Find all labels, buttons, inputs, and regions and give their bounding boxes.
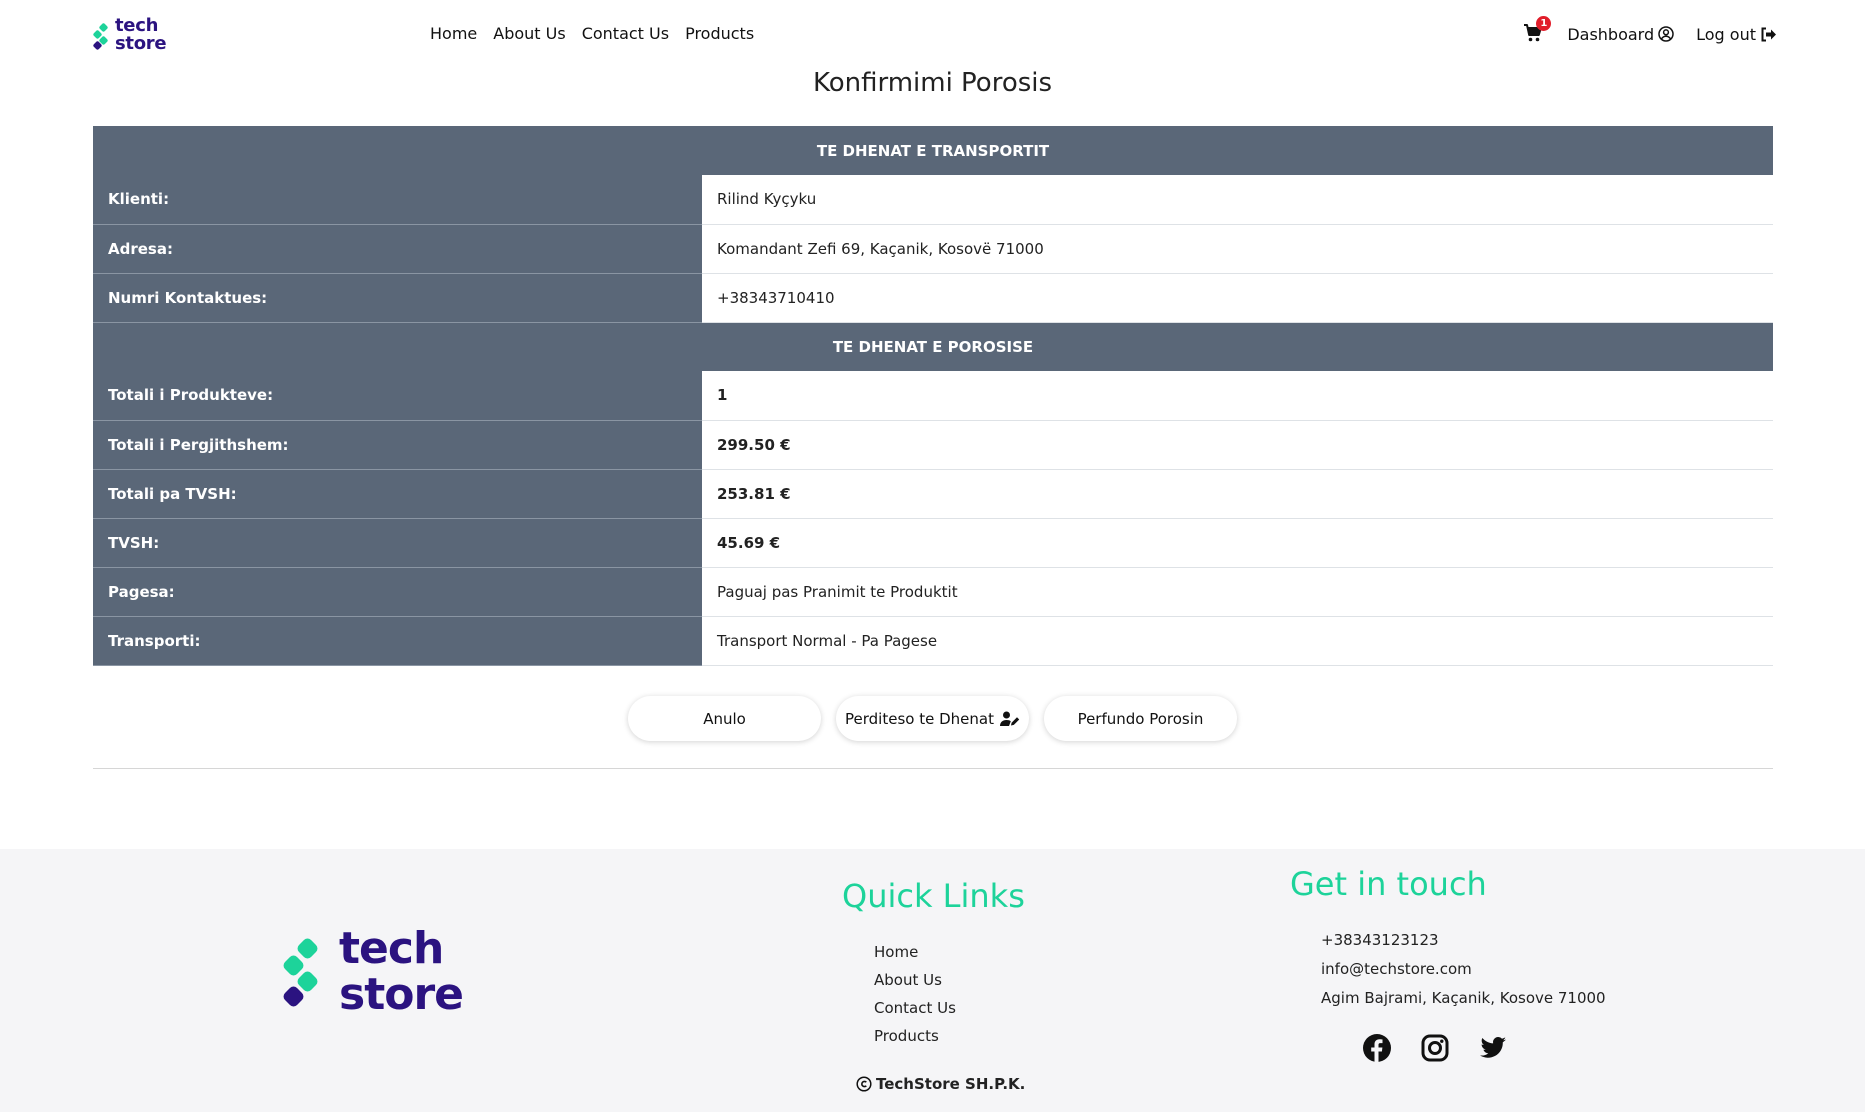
copyright-text: TechStore SH.P.K. — [876, 1075, 1026, 1093]
cancel-button[interactable]: Anulo — [628, 696, 821, 741]
dashboard-link[interactable]: Dashboard — [1567, 25, 1674, 44]
logout-label: Log out — [1696, 24, 1756, 44]
section-header-label: TE DHENAT E POROSISE — [93, 322, 1773, 371]
cart-button[interactable]: 1 — [1523, 16, 1552, 44]
cancel-button-label: Anulo — [703, 709, 746, 728]
row-label: Transporti: — [93, 616, 702, 666]
facebook-icon[interactable] — [1362, 1033, 1392, 1063]
nav-links: Home About Us Contact Us Products — [430, 24, 754, 43]
nav-link-contact[interactable]: Contact Us — [582, 24, 669, 43]
row-label: Totali i Pergjithshem: — [93, 420, 702, 470]
footer-link-products[interactable]: Products — [874, 1022, 956, 1050]
nav-link-products[interactable]: Products — [685, 24, 754, 43]
divider — [93, 768, 1773, 769]
logo-text: tech store — [115, 15, 167, 54]
table-row: Totali i Produkteve: 1 — [93, 371, 1773, 421]
quick-links-list: Home About Us Contact Us Products — [874, 938, 956, 1050]
footer-logo: tech store — [282, 923, 482, 1020]
order-confirmation-table: TE DHENAT E TRANSPORTIT Klienti: Rilind … — [93, 126, 1773, 666]
logo-mark-icon — [93, 23, 108, 50]
table-row: Adresa: Komandant Zefi 69, Kaçanik, Koso… — [93, 224, 1773, 274]
user-circle-icon — [1658, 26, 1674, 42]
footer-logo-text: tech store — [339, 923, 464, 1020]
cart-count-badge: 1 — [1536, 16, 1552, 31]
finish-button-label: Perfundo Porosin — [1077, 709, 1204, 728]
row-label: Adresa: — [93, 224, 702, 274]
row-value: +38343710410 — [702, 273, 1773, 323]
row-value: Komandant Zefi 69, Kaçanik, Kosovë 71000 — [702, 224, 1773, 274]
update-details-button[interactable]: Perditeso te Dhenat — [836, 696, 1029, 741]
user-edit-icon — [999, 711, 1020, 726]
logo[interactable]: tech store — [93, 15, 183, 54]
nav-link-about[interactable]: About Us — [493, 24, 565, 43]
contact-info: +38343123123 info@techstore.com Agim Baj… — [1321, 926, 1606, 1013]
row-value: 45.69 € — [702, 518, 1773, 568]
row-value: 299.50 € — [702, 420, 1773, 470]
row-value: Rilind Kyçyku — [702, 175, 1773, 225]
navbar: tech store Home About Us Contact Us Prod… — [0, 0, 1865, 68]
footer-link-contact[interactable]: Contact Us — [874, 994, 956, 1022]
table-row: Totali i Pergjithshem: 299.50 € — [93, 420, 1773, 470]
copyright: TechStore SH.P.K. — [856, 1075, 1025, 1093]
footer: tech store Quick Links Home About Us Con… — [0, 849, 1865, 1112]
nav-right: 1 Dashboard Log out — [1523, 16, 1777, 44]
row-value: Paguaj pas Pranimit te Produktit — [702, 567, 1773, 617]
nav-link-home[interactable]: Home — [430, 24, 477, 43]
finish-order-button[interactable]: Perfundo Porosin — [1044, 696, 1237, 741]
twitter-icon[interactable] — [1478, 1033, 1508, 1063]
row-label: Pagesa: — [93, 567, 702, 617]
footer-link-home[interactable]: Home — [874, 938, 956, 966]
table-row: Pagesa: Paguaj pas Pranimit te Produktit — [93, 567, 1773, 617]
row-value: 1 — [702, 371, 1773, 421]
contact-email: info@techstore.com — [1321, 960, 1472, 978]
logout-link[interactable]: Log out — [1696, 25, 1777, 44]
row-label: Totali pa TVSH: — [93, 469, 702, 519]
contact-phone: +38343123123 — [1321, 931, 1439, 949]
row-label: TVSH: — [93, 518, 702, 568]
footer-link-about[interactable]: About Us — [874, 966, 956, 994]
logout-icon — [1761, 27, 1776, 41]
logo-mark-icon — [283, 938, 318, 1007]
row-label: Totali i Produkteve: — [93, 371, 702, 421]
row-value: Transport Normal - Pa Pagese — [702, 616, 1773, 666]
dashboard-label: Dashboard — [1567, 24, 1655, 44]
get-in-touch-title: Get in touch — [1290, 865, 1487, 903]
row-label: Klienti: — [93, 175, 702, 225]
section-header-transport: TE DHENAT E TRANSPORTIT — [93, 126, 1773, 175]
action-buttons: Anulo Perditeso te Dhenat Perfundo Poros… — [628, 696, 1237, 741]
row-value: 253.81 € — [702, 469, 1773, 519]
section-header-label: TE DHENAT E TRANSPORTIT — [93, 126, 1773, 175]
table-row: Transporti: Transport Normal - Pa Pagese — [93, 616, 1773, 666]
table-row: Klienti: Rilind Kyçyku — [93, 175, 1773, 225]
table-row: TVSH: 45.69 € — [93, 518, 1773, 568]
instagram-icon[interactable] — [1420, 1033, 1450, 1063]
page-title: Konfirmimi Porosis — [812, 68, 1053, 98]
copyright-icon — [856, 1076, 872, 1092]
update-button-label: Perditeso te Dhenat — [845, 709, 994, 728]
table-row: Totali pa TVSH: 253.81 € — [93, 469, 1773, 519]
section-header-order: TE DHENAT E POROSISE — [93, 322, 1773, 371]
table-row: Numri Kontaktues: +38343710410 — [93, 273, 1773, 323]
quick-links-title: Quick Links — [842, 877, 1025, 915]
row-label: Numri Kontaktues: — [93, 273, 702, 323]
social-links — [1362, 1033, 1508, 1063]
contact-address: Agim Bajrami, Kaçanik, Kosove 71000 — [1321, 989, 1606, 1007]
